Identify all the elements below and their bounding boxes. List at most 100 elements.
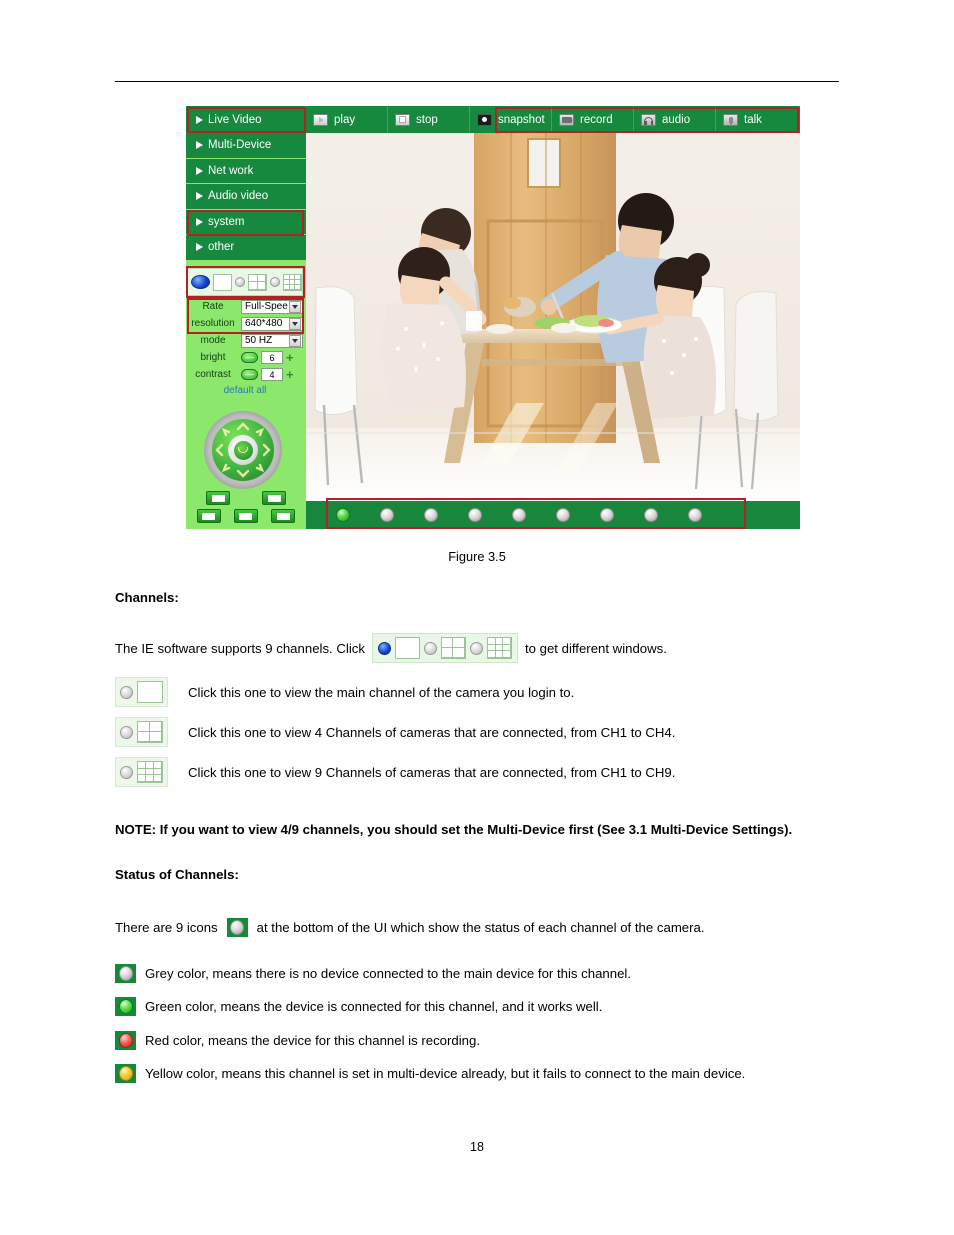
- bright-label: bright: [200, 352, 226, 363]
- channel-layout-selector[interactable]: [187, 268, 303, 296]
- radio-layout-1[interactable]: [191, 275, 210, 289]
- layout-1-window-icon[interactable]: [394, 637, 420, 660]
- ptz-up-button[interactable]: [196, 509, 221, 523]
- ptz-mirror-button[interactable]: [262, 491, 286, 505]
- rate-select[interactable]: Full-Spee: [241, 299, 303, 314]
- layout-4-window-icon[interactable]: [440, 637, 466, 660]
- layout-9-window-icon[interactable]: [486, 637, 512, 660]
- lamp-green-icon: [118, 999, 133, 1015]
- toolbar-button-record[interactable]: record: [552, 106, 634, 133]
- figure-3-5: Live Video play stop snapshot record aud…: [186, 106, 800, 529]
- layout-4-description: Click this one to view 4 Channels of cam…: [188, 724, 676, 740]
- status-intro-pre: There are 9 icons: [115, 920, 218, 936]
- channels-heading: Channels:: [115, 588, 845, 607]
- triangle-right-icon: [196, 243, 203, 252]
- note-paragraph: NOTE: If you want to view 4/9 channels, …: [115, 820, 845, 840]
- resolution-label: resolution: [191, 318, 235, 329]
- channel-status-lamp-8[interactable]: [644, 508, 658, 522]
- status-lamp-example-icon: [226, 918, 248, 938]
- channel-status-lamp-7[interactable]: [600, 508, 614, 522]
- sidebar-item-other[interactable]: other: [186, 235, 306, 261]
- toolbar-button-label: snapshot: [498, 113, 545, 126]
- toolbar-button-snapshot[interactable]: snapshot: [470, 106, 552, 133]
- layout-1-line: Click this one to view the main channel …: [115, 677, 845, 708]
- default-all-link[interactable]: default all: [187, 383, 303, 396]
- layout-9-window-icon[interactable]: [137, 761, 163, 784]
- status-chip-grey: [115, 964, 136, 984]
- inline-channel-selector-illustration[interactable]: [371, 633, 518, 664]
- toolbar-button-talk[interactable]: talk: [716, 106, 798, 133]
- toolbar-button-audio[interactable]: audio: [634, 106, 716, 133]
- layout-1-window-icon[interactable]: [213, 273, 232, 291]
- video-preview[interactable]: [306, 133, 800, 501]
- setting-row-mode: mode 50 HZ: [187, 332, 303, 349]
- setting-row-bright: bright — 6 +: [187, 349, 303, 366]
- contrast-value: 4: [261, 368, 283, 381]
- resolution-select[interactable]: 640*480: [241, 316, 303, 331]
- menu-item-live-video[interactable]: Live Video: [186, 106, 306, 133]
- radio-icon[interactable]: [120, 765, 133, 779]
- channels-intro-line: The IE software supports 9 channels. Cli…: [115, 633, 845, 664]
- channel-status-lamp-3[interactable]: [424, 508, 438, 522]
- ptz-preset-buttons: [190, 491, 302, 527]
- ptz-pan-button[interactable]: [233, 509, 258, 523]
- ptz-button-row-2: [190, 509, 302, 523]
- menu-item-label: Live Video: [208, 113, 262, 126]
- contrast-increase-button[interactable]: +: [286, 368, 294, 381]
- toolbar-button-play[interactable]: play: [306, 106, 388, 133]
- bright-decrease-button[interactable]: —: [241, 352, 258, 363]
- ptz-dial[interactable]: [212, 419, 274, 481]
- ptz-button-row-1: [190, 491, 302, 505]
- ptz-joystick[interactable]: [204, 411, 282, 489]
- inline-layout-4-icon-group[interactable]: [115, 717, 168, 748]
- radio-icon[interactable]: [120, 725, 133, 739]
- layout-9-window-icon[interactable]: [283, 273, 302, 291]
- snapshot-icon: [477, 113, 492, 126]
- channel-status-lamp-5[interactable]: [512, 508, 526, 522]
- layout-1-window-icon[interactable]: [137, 681, 163, 704]
- chevron-down-icon[interactable]: [289, 334, 301, 347]
- radio-layout-1-icon[interactable]: [377, 641, 391, 655]
- radio-layout-4-icon[interactable]: [423, 641, 437, 655]
- setting-row-rate: Rate Full-Spee: [187, 298, 303, 315]
- mode-label: mode: [200, 335, 226, 346]
- mode-select[interactable]: 50 HZ: [241, 333, 303, 348]
- inline-layout-1-icon-group[interactable]: [115, 677, 168, 708]
- channel-status-lamp-2[interactable]: [380, 508, 394, 522]
- sidebar-item-audio-video[interactable]: Audio video: [186, 184, 306, 210]
- setting-row-resolution: resolution 640*480: [187, 315, 303, 332]
- app-toolbar: Live Video play stop snapshot record aud…: [186, 106, 800, 133]
- status-green-line: Green color, means the device is connect…: [115, 997, 845, 1017]
- play-icon: [313, 113, 328, 126]
- toolbar-button-label: talk: [744, 113, 762, 126]
- header-rule: [115, 81, 839, 82]
- ptz-io-button[interactable]: [271, 509, 296, 523]
- toolbar-button-stop[interactable]: stop: [388, 106, 470, 133]
- chevron-down-icon[interactable]: [289, 300, 301, 313]
- radio-icon[interactable]: [120, 685, 133, 699]
- channels-intro-pre: The IE software supports 9 channels. Cli…: [115, 640, 365, 656]
- radio-layout-4[interactable]: [235, 277, 245, 287]
- sidebar-item-multi-device[interactable]: Multi-Device: [186, 133, 306, 159]
- sidebar-item-network[interactable]: Net work: [186, 158, 306, 184]
- contrast-label: contrast: [195, 369, 231, 380]
- channel-status-lamp-9[interactable]: [688, 508, 702, 522]
- radio-layout-9[interactable]: [270, 277, 280, 287]
- lamp-red-icon: [118, 1032, 133, 1048]
- contrast-decrease-button[interactable]: —: [241, 369, 258, 380]
- ptz-flip-button[interactable]: [206, 491, 230, 505]
- status-yellow-description: Yellow color, means this channel is set …: [145, 1065, 746, 1081]
- layout-4-window-icon[interactable]: [137, 721, 163, 744]
- inline-layout-9-icon-group[interactable]: [115, 757, 168, 788]
- channel-status-lamp-6[interactable]: [556, 508, 570, 522]
- bright-increase-button[interactable]: +: [286, 351, 294, 364]
- channel-status-lamp-4[interactable]: [468, 508, 482, 522]
- chevron-down-icon[interactable]: [289, 317, 301, 330]
- sidebar-item-system[interactable]: system: [186, 209, 306, 235]
- sidebar-item-label: Net work: [208, 164, 254, 177]
- channel-status-lamp-1[interactable]: [336, 508, 350, 522]
- layout-4-window-icon[interactable]: [248, 273, 267, 291]
- note-text: If you want to view 4/9 channels, you sh…: [159, 822, 793, 838]
- toolbar-button-label: record: [580, 113, 613, 126]
- radio-layout-9-icon[interactable]: [469, 641, 483, 655]
